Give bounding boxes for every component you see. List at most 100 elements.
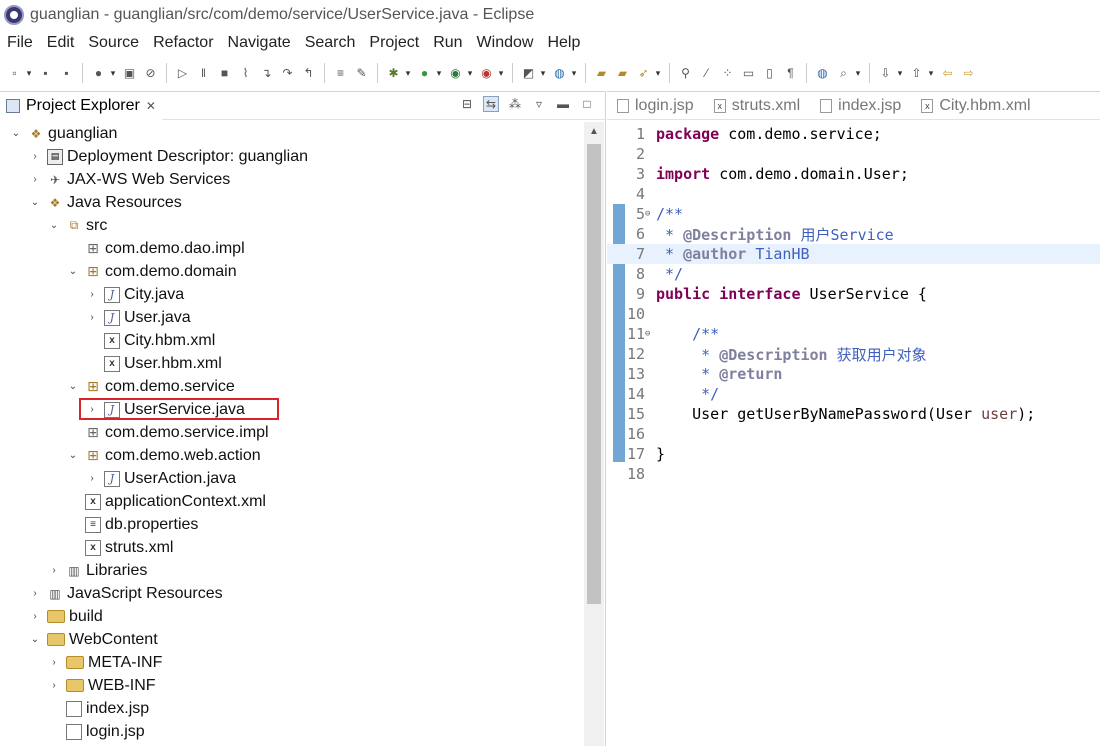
user-dropdown-icon[interactable]: ▾ <box>109 65 117 82</box>
explorer-scrollbar[interactable]: ▲ <box>584 122 604 746</box>
tree-item[interactable]: ⌄ ⊞ com.demo.domain <box>0 260 584 283</box>
next-annotation-dropdown-icon[interactable]: ▾ <box>896 65 904 82</box>
chevron-down-icon[interactable]: ⌄ <box>29 197 41 209</box>
prev-annotation-icon[interactable]: ⇧ <box>908 65 925 82</box>
code-line[interactable]: 7 * @author TianHB <box>607 244 1100 264</box>
code-line[interactable]: 17} <box>607 444 1100 464</box>
fold-toggle-icon[interactable]: ⊖ <box>645 209 650 219</box>
chevron-right-icon[interactable]: › <box>29 588 41 600</box>
run-dropdown-icon[interactable]: ▾ <box>435 65 443 82</box>
chevron-right-icon[interactable]: › <box>86 312 98 324</box>
show-whitespace-icon[interactable]: ▯ <box>761 65 778 82</box>
open-type-icon[interactable]: ▰ <box>593 65 610 82</box>
step-return-icon[interactable]: ↰ <box>300 65 317 82</box>
tree-item[interactable]: x applicationContext.xml <box>0 490 584 513</box>
chevron-down-icon[interactable]: ⌄ <box>10 128 22 140</box>
chevron-right-icon[interactable]: › <box>29 151 41 163</box>
chevron-down-icon[interactable]: ⌄ <box>67 450 79 462</box>
task-icon[interactable]: ✎ <box>353 65 370 82</box>
chevron-down-icon[interactable]: ⌄ <box>67 381 79 393</box>
open-folder-icon[interactable]: ▰ <box>614 65 631 82</box>
tree-item[interactable]: ⌄ ❖ guanglian <box>0 122 584 145</box>
new-server-icon[interactable]: ◩ <box>520 65 537 82</box>
menu-window[interactable]: Window <box>470 34 541 52</box>
tree-item[interactable]: › WEB-INF <box>0 674 584 697</box>
save-all-icon[interactable]: ▪ <box>58 65 75 82</box>
debug-dropdown-icon[interactable]: ▾ <box>404 65 412 82</box>
tree-item[interactable]: x struts.xml <box>0 536 584 559</box>
external-tools-dropdown-icon[interactable]: ▾ <box>497 65 505 82</box>
new-class-icon[interactable]: ◍ <box>551 65 568 82</box>
new-server-dropdown-icon[interactable]: ▾ <box>539 65 547 82</box>
code-area[interactable]: 1 package com.demo.service; 2 3 import com.d… <box>607 122 1100 746</box>
code-line[interactable]: 6 * @Description 用户Service <box>607 224 1100 244</box>
code-line[interactable]: 10 <box>607 304 1100 324</box>
tab-login-jsp[interactable]: login.jsp <box>607 92 704 120</box>
debug-icon[interactable]: ✱ <box>385 65 402 82</box>
save-icon[interactable]: ▪ <box>37 65 54 82</box>
resume-icon[interactable]: ▷ <box>174 65 191 82</box>
step-into-icon[interactable]: ↴ <box>258 65 275 82</box>
external-tools-icon[interactable]: ◉ <box>478 65 495 82</box>
tree-item[interactable]: ⌄ WebContent <box>0 628 584 651</box>
tree-item[interactable]: › J User.java <box>0 306 584 329</box>
search-dropdown-icon[interactable]: ▾ <box>854 65 862 82</box>
menu-file[interactable]: File <box>0 34 40 52</box>
pin-icon[interactable]: ⚲ <box>677 65 694 82</box>
chevron-right-icon[interactable]: › <box>29 174 41 186</box>
maximize-icon[interactable]: □ <box>579 96 595 112</box>
code-line[interactable]: 2 <box>607 144 1100 164</box>
highlight-icon[interactable]: ⁄ <box>698 65 715 82</box>
chevron-right-icon[interactable]: › <box>48 680 60 692</box>
menu-refactor[interactable]: Refactor <box>146 34 220 52</box>
tab-project-explorer[interactable]: Project Explorer ✕ <box>0 91 162 120</box>
fold-toggle-icon[interactable]: ⊖ <box>645 329 650 339</box>
chevron-right-icon[interactable]: › <box>86 289 98 301</box>
tab-struts-xml[interactable]: x struts.xml <box>704 92 810 120</box>
filters-icon[interactable]: ⁂ <box>507 96 523 112</box>
chevron-down-icon[interactable]: ⌄ <box>29 634 41 646</box>
menu-search[interactable]: Search <box>298 34 363 52</box>
new-icon[interactable]: ▫ <box>6 65 23 82</box>
tree-item[interactable]: ⌄ ⧉ src <box>0 214 584 237</box>
deploy-icon[interactable]: ➶ <box>635 65 652 82</box>
pilcrow-icon[interactable]: ¶ <box>782 65 799 82</box>
new-dropdown-icon[interactable]: ▾ <box>25 65 33 82</box>
minimize-icon[interactable]: ▬ <box>555 96 571 112</box>
tree-item[interactable]: › J City.java <box>0 283 584 306</box>
tree-item[interactable]: ⊞ com.demo.service.impl <box>0 421 584 444</box>
tree-item[interactable]: ⊞ com.demo.dao.impl <box>0 237 584 260</box>
tree-item[interactable]: x User.hbm.xml <box>0 352 584 375</box>
prev-annotation-dropdown-icon[interactable]: ▾ <box>927 65 935 82</box>
code-line[interactable]: 4 <box>607 184 1100 204</box>
tree-item[interactable]: › ▥ JavaScript Resources <box>0 582 584 605</box>
chevron-right-icon[interactable]: › <box>29 611 41 623</box>
view-menu-icon[interactable]: ▿ <box>531 96 547 112</box>
annotation-icon[interactable]: ⁘ <box>719 65 736 82</box>
tree-item[interactable]: ≡ db.properties <box>0 513 584 536</box>
tree-item[interactable]: › ▥ Libraries <box>0 559 584 582</box>
tab-index-jsp[interactable]: index.jsp <box>810 92 911 120</box>
close-icon[interactable]: ✕ <box>146 99 156 113</box>
code-line[interactable]: 9 public interface UserService { <box>607 284 1100 304</box>
collapse-all-icon[interactable]: ⊟ <box>459 96 475 112</box>
tree-item[interactable]: x City.hbm.xml <box>0 329 584 352</box>
code-line[interactable]: 3 import com.demo.domain.User; <box>607 164 1100 184</box>
tree-item[interactable]: index.jsp <box>0 697 584 720</box>
suspend-icon[interactable]: ‖ <box>195 65 212 82</box>
code-line[interactable]: 5 ⊖ /** <box>607 204 1100 224</box>
disconnect-icon[interactable]: ⌇ <box>237 65 254 82</box>
code-line[interactable]: 18 <box>607 464 1100 484</box>
tree-item[interactable]: › ▤ Deployment Descriptor: guanglian <box>0 145 584 168</box>
coverage-dropdown-icon[interactable]: ▾ <box>466 65 474 82</box>
chevron-right-icon[interactable]: › <box>86 473 98 485</box>
menu-edit[interactable]: Edit <box>40 34 82 52</box>
globe-icon[interactable]: ◍ <box>814 65 831 82</box>
code-line[interactable]: 11 ⊖ /** <box>607 324 1100 344</box>
code-line[interactable]: 12 * @Description 获取用户对象 <box>607 344 1100 364</box>
tree-item[interactable]: ⌄ ❖ Java Resources <box>0 191 584 214</box>
tree-item[interactable]: › J UserService.java <box>0 398 584 421</box>
menu-run[interactable]: Run <box>426 34 469 52</box>
tree-item[interactable]: ⌄ ⊞ com.demo.service <box>0 375 584 398</box>
tree-item[interactable]: login.jsp <box>0 720 584 743</box>
